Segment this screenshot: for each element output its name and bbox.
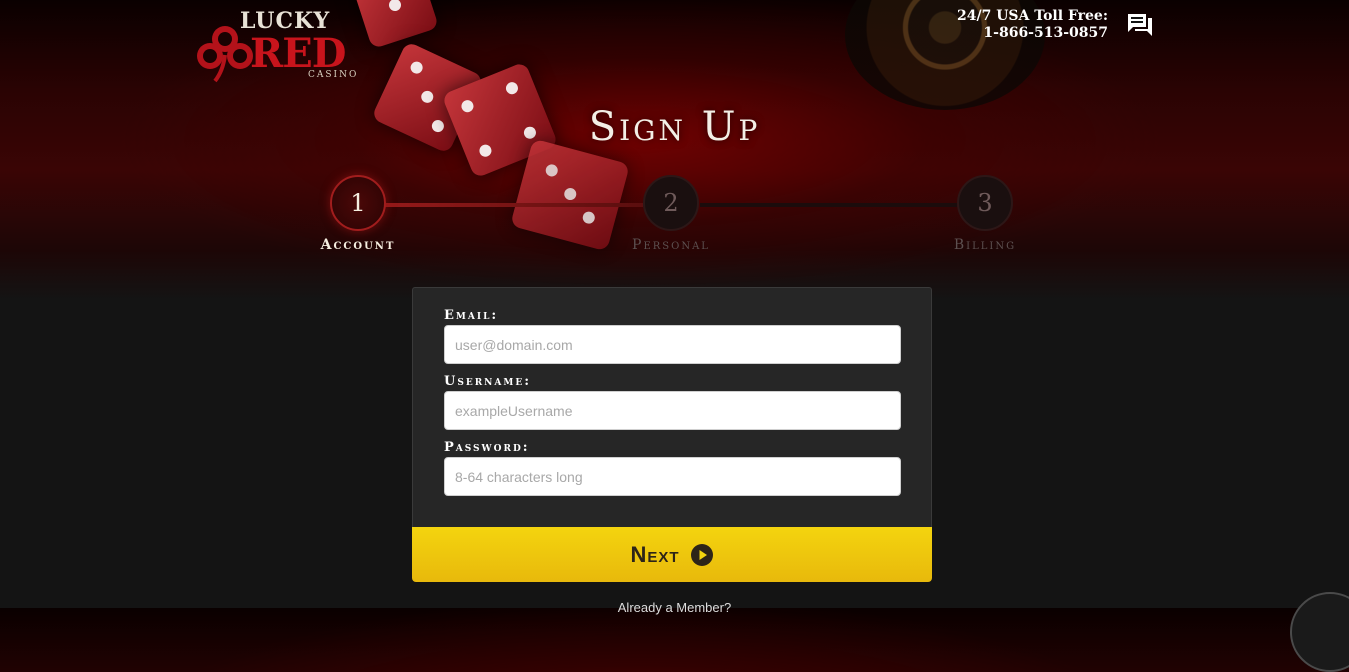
toll-free-phone[interactable]: 1-866-513-0857 <box>957 25 1108 42</box>
lucky-red-casino-logo[interactable]: LUCKY RED CASINO <box>195 8 375 88</box>
step-number-circle: 1 <box>330 175 386 231</box>
next-button-label: Next <box>630 541 680 567</box>
toll-free-label: 24/7 USA Toll Free: <box>957 8 1108 24</box>
step-number-circle: 3 <box>957 175 1013 231</box>
password-label: Password: <box>444 440 530 455</box>
toll-free-info: 24/7 USA Toll Free: 1-866-513-0857 <box>957 8 1108 42</box>
page-title: Sign Up <box>588 104 761 150</box>
play-circle-icon <box>690 543 713 566</box>
email-field[interactable] <box>444 325 901 364</box>
step-billing: 3 Billing <box>925 175 1045 253</box>
logo-text-casino: CASINO <box>308 70 359 80</box>
step-personal: 2 Personal <box>611 175 731 253</box>
username-label: Username: <box>444 374 532 389</box>
username-field[interactable] <box>444 391 901 430</box>
signup-progress-steps: 1 Account 2 Personal 3 Billing <box>300 175 1060 265</box>
email-label: Email: <box>444 308 499 323</box>
step-label: Personal <box>632 237 710 253</box>
progress-line-pending <box>700 203 957 207</box>
step-number-circle: 2 <box>643 175 699 231</box>
step-account: 1 Account <box>298 175 418 253</box>
password-field[interactable] <box>444 457 901 496</box>
chat-icon[interactable] <box>1126 12 1154 38</box>
step-label: Billing <box>953 237 1017 253</box>
signup-form-panel: Email: Username: Password: <box>412 287 932 527</box>
step-label: Account <box>320 237 396 253</box>
next-button[interactable]: Next <box>412 527 932 582</box>
